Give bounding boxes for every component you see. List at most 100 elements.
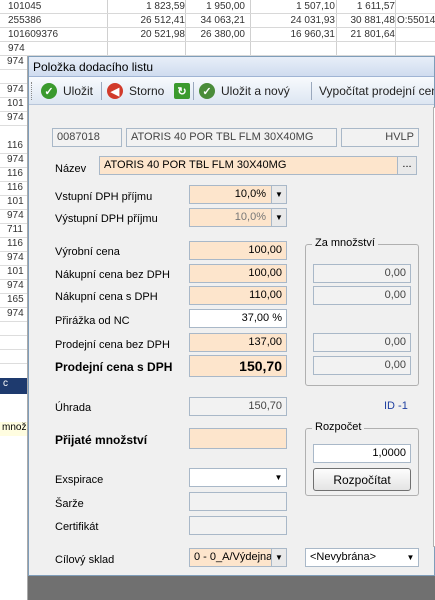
item-code-field: 0087018 [52,128,122,147]
toolbar-separator [193,82,194,100]
purchase-net-label: Nákupní cena bez DPH [55,269,170,281]
grid-cell[interactable] [0,350,27,364]
target-store-value: 0 - 0_A/Výdejna [194,551,273,563]
grid-cell[interactable]: 974 [0,280,27,294]
grid-cell[interactable]: množ [0,422,27,436]
save-and-new-button[interactable]: ✓ Uložit a nový [199,82,290,100]
refresh-button[interactable]: ↻ [174,82,190,100]
grid-cell[interactable]: 974 [0,112,27,126]
markup-input[interactable]: 37,00 % [189,309,287,328]
grid-cell[interactable]: 116 [0,140,27,154]
per-quantity-value[interactable]: 0,00 [313,356,411,375]
grid-cell[interactable]: 974 [0,252,27,266]
compute-prices-label: Vypočítat prodejní ceny [319,84,434,98]
grid-cell[interactable]: 116 [0,238,27,252]
cancel-button[interactable]: ◀ Storno [107,82,164,100]
name-input[interactable]: ATORIS 40 POR TBL FLM 30X40MG [99,156,399,175]
distribute-button[interactable]: Rozpočítat [313,468,411,491]
grid-cell[interactable]: 711 [0,224,27,238]
toolbar-separator [101,82,102,100]
grid-row[interactable]: 101609376 20 521,98 26 380,00 16 960,31 … [0,28,435,42]
vat-in-label: Vstupní DPH příjmu [55,191,153,203]
grid-cell: 20 521,98 [140,29,186,40]
grid-row[interactable]: 101045 1 823,59 1 950,00 1 507,10 1 611,… [0,0,435,14]
grid-cell[interactable]: 974 [0,154,27,168]
chevron-down-icon[interactable]: ▼ [403,549,418,566]
grid-cell[interactable]: 974 [0,308,27,322]
grid-cell[interactable] [0,336,27,350]
vat-out-value: 10,0% [234,211,266,223]
grid-cell: O:55014 [397,15,435,26]
chevron-down-icon[interactable]: ▼ [271,186,286,203]
per-quantity-value[interactable]: 0,00 [313,286,411,305]
grid-row[interactable]: 255386 26 512,41 34 063,21 24 031,93 30 … [0,14,435,28]
per-quantity-value[interactable]: 0,00 [313,333,411,352]
grid-cell[interactable]: 101 [0,196,27,210]
batch-label: Šarže [55,498,84,510]
grid-header-cell: c [0,378,27,394]
grid-row[interactable]: 974 [0,42,435,56]
grid-cell: 24 031,93 [290,15,336,26]
production-price-input[interactable]: 100,00 [189,241,287,260]
received-qty-label: Přijaté množství [55,433,148,447]
per-quantity-value[interactable]: 0,00 [313,264,411,283]
save-new-icon: ✓ [199,83,215,99]
payment-label: Úhrada [55,402,92,414]
grid-cell: 1 950,00 [206,1,245,12]
save-label: Uložit [63,84,94,98]
grid-cell: 26 380,00 [200,29,246,40]
target-store-select[interactable]: 0 - 0_A/Výdejna ▼ [189,548,287,567]
grid-cell[interactable] [0,322,27,336]
sale-gross-label: Prodejní cena s DPH [55,360,173,374]
grid-cell[interactable]: 116 [0,182,27,196]
back-arrow-icon: ◀ [107,83,123,99]
grid-cell: 255386 [8,15,42,26]
grid-cell: 30 881,48 [350,15,396,26]
expiry-select[interactable]: ▼ [189,468,287,487]
vat-out-label: Výstupní DPH příjmu [55,213,158,225]
vat-out-select[interactable]: 10,0% ▼ [189,208,287,227]
expiry-label: Exspirace [55,474,104,486]
grid-cell: 1 611,57 [356,1,395,12]
chevron-down-icon[interactable]: ▼ [271,209,286,226]
budget-input[interactable]: 1,0000 [313,444,411,463]
received-qty-input[interactable] [189,428,287,449]
grid-cell: 26 512,41 [140,15,186,26]
chevron-down-icon[interactable]: ▼ [271,549,286,566]
target-store-secondary-value: <Nevybrána> [310,551,377,563]
dialog-title[interactable]: Položka dodacího listu [29,57,434,77]
grid-cell[interactable]: 974 [0,210,27,224]
purchase-net-input[interactable]: 100,00 [189,264,287,283]
grid-cell: 101045 [8,1,42,12]
grid-cell: 974 [8,43,25,54]
name-browse-button[interactable]: ... [397,156,417,175]
certificate-input[interactable] [189,516,287,535]
grid-cell[interactable]: 116 [0,168,27,182]
chevron-down-icon[interactable]: ▼ [271,469,286,486]
target-store-secondary-select[interactable]: <Nevybrána> ▼ [305,548,419,567]
toolbar-grip[interactable] [31,82,34,100]
check-icon: ✓ [41,83,57,99]
grid-cell[interactable]: 101 [0,98,27,112]
certificate-label: Certifikát [55,521,99,533]
grid-cell[interactable] [0,70,27,84]
grid-cell[interactable]: 165 [0,294,27,308]
save-and-new-label: Uložit a nový [221,84,290,98]
grid-cell[interactable]: 974 [0,84,27,98]
sale-gross-input[interactable]: 150,70 [189,355,287,377]
compute-prices-button[interactable]: Vypočítat prodejní ceny [319,82,434,100]
save-button[interactable]: ✓ Uložit [41,82,93,100]
purchase-gross-input[interactable]: 110,00 [189,286,287,305]
grid-cell[interactable]: 101 [0,266,27,280]
toolbar-separator [311,82,312,100]
item-name-readonly: ATORIS 40 POR TBL FLM 30X40MG [126,128,337,147]
cancel-label: Storno [129,84,165,98]
grid-cell: 101609376 [8,29,59,40]
markup-label: Přirážka od NC [55,315,130,327]
grid-cell: 1 823,59 [146,1,185,12]
batch-input[interactable] [189,492,287,511]
vat-in-select[interactable]: 10,0% ▼ [189,185,287,204]
sale-net-input[interactable]: 137,00 [189,333,287,352]
grid-cell[interactable]: 974 [0,56,27,70]
purchase-gross-label: Nákupní cena s DPH [55,291,158,303]
